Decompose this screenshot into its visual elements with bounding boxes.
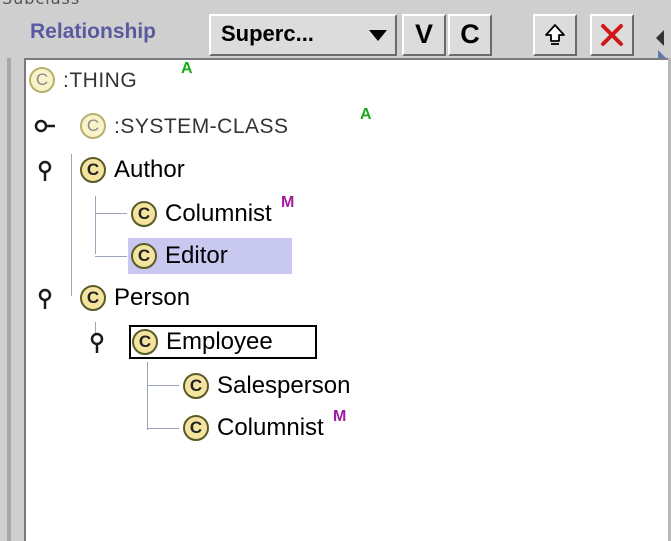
tree-node-label: Salesperson [217, 372, 351, 399]
tree-node-editor[interactable]: C Editor [128, 238, 292, 274]
tree-connector [147, 362, 148, 430]
tree-node-label: Columnist [165, 200, 272, 227]
dropdown-arrow-icon [369, 30, 387, 41]
tree-node-salesperson[interactable]: C Salesperson [183, 368, 413, 404]
abstract-flag: A [181, 60, 193, 77]
class-c-icon: C [132, 329, 158, 355]
relationship-label: Relationship [30, 20, 157, 43]
class-c-icon: C [131, 243, 157, 269]
class-c-icon: C [80, 113, 106, 139]
tree-node-system-class[interactable]: C :SYSTEM-CLASS A [80, 106, 400, 144]
tree-node-thing[interactable]: C :THING A [29, 60, 289, 98]
class-tree-toolbar: Relationship Superc... V C [0, 12, 671, 66]
create-button-label: C [460, 19, 480, 49]
clipped-header-text: Subclass [2, 0, 80, 8]
class-c-icon: C [183, 415, 209, 441]
tree-node-label: Columnist [217, 414, 324, 441]
tree-node-label: :THING [63, 69, 138, 92]
tree-node-label: Editor [165, 242, 228, 269]
tree-node-label: :SYSTEM-CLASS [114, 115, 289, 138]
view-button-label: V [414, 19, 433, 49]
relation-combo-box[interactable]: Superc... [209, 14, 397, 56]
class-c-icon: C [131, 201, 157, 227]
left-splitter[interactable] [7, 58, 11, 541]
tree-node-label: Person [114, 284, 191, 311]
class-c-icon: C [80, 157, 106, 183]
tree-connector [95, 196, 96, 254]
up-arrow-icon [545, 24, 565, 45]
delete-button[interactable] [590, 14, 634, 56]
view-button[interactable]: V [402, 14, 446, 56]
tree-node-columnist[interactable]: C Columnist M [183, 408, 413, 446]
red-x-icon [601, 24, 623, 46]
tree-node-author[interactable]: C Author [80, 152, 240, 188]
expanded-handle-icon[interactable] [34, 160, 56, 182]
tree-node-label: Author [114, 156, 185, 183]
tree-node-columnist[interactable]: C Columnist M [131, 194, 351, 232]
tree-node-employee[interactable]: C Employee [129, 324, 322, 360]
class-tree[interactable]: C :THING A C :SYSTEM-CLASS A C Author C … [24, 58, 668, 541]
class-c-icon: C [80, 285, 106, 311]
tree-connector [71, 154, 72, 296]
tree-node-label: Employee [166, 328, 273, 355]
class-c-icon: C [29, 67, 55, 93]
class-c-icon: C [183, 373, 209, 399]
relation-combo-value: Superc... [221, 21, 314, 46]
expanded-handle-icon[interactable] [34, 288, 56, 310]
clipped-header-strip: Subclass [0, 0, 671, 12]
abstract-flag: A [360, 106, 372, 123]
expanded-handle-icon[interactable] [86, 332, 108, 354]
tree-connector [95, 213, 127, 214]
multiple-parents-flag: M [281, 194, 295, 211]
tree-connector [95, 256, 127, 257]
collapsed-handle-icon[interactable] [34, 115, 56, 137]
tree-connector [147, 428, 179, 429]
create-button[interactable]: C [448, 14, 492, 56]
tree-connector [147, 385, 179, 386]
tree-node-person[interactable]: C Person [80, 280, 240, 316]
up-button[interactable] [533, 14, 577, 56]
multiple-parents-flag: M [333, 408, 347, 425]
